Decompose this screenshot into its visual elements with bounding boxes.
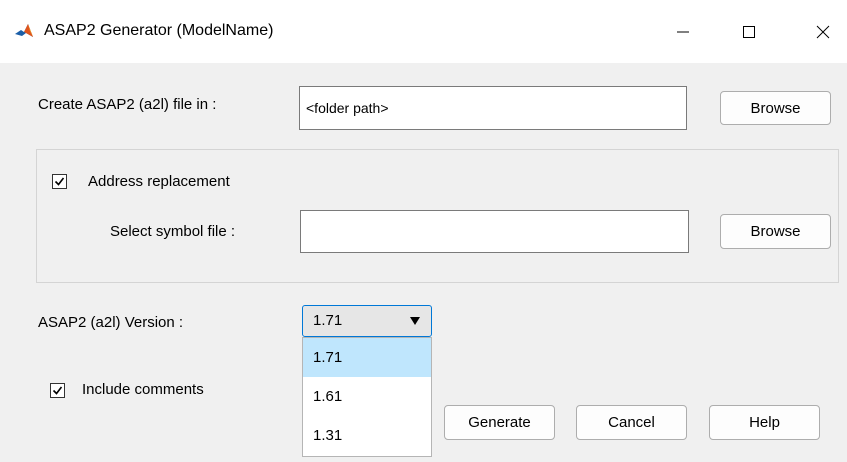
window-title: ASAP2 Generator (ModelName) — [44, 22, 274, 39]
version-option[interactable]: 1.71 — [303, 338, 431, 377]
symbol-file-label: Select symbol file : — [110, 223, 236, 240]
output-folder-value: <folder path> — [306, 100, 389, 116]
minimize-icon — [677, 31, 689, 33]
title-bar: ASAP2 Generator (ModelName) — [0, 0, 847, 63]
help-button[interactable]: Help — [709, 405, 820, 440]
minimize-button[interactable] — [660, 12, 706, 52]
address-replacement-checkbox[interactable] — [52, 174, 67, 189]
close-button[interactable] — [800, 12, 846, 52]
maximize-icon — [743, 26, 755, 38]
generate-button[interactable]: Generate — [444, 405, 555, 440]
symbol-file-input[interactable] — [300, 210, 689, 253]
version-option[interactable]: 1.61 — [303, 377, 431, 416]
output-folder-input[interactable]: <folder path> — [299, 86, 687, 130]
matlab-icon — [14, 22, 34, 42]
output-folder-label: Create ASAP2 (a2l) file in : — [38, 96, 217, 113]
version-selected-value: 1.71 — [313, 312, 343, 329]
version-dropdown-list: 1.71 1.61 1.31 — [302, 337, 432, 457]
include-comments-label: Include comments — [82, 381, 204, 398]
browse-symbol-button[interactable]: Browse — [720, 214, 831, 249]
version-option[interactable]: 1.31 — [303, 416, 431, 455]
version-select[interactable]: 1.71 — [302, 305, 432, 337]
checkmark-icon — [52, 386, 63, 395]
include-comments-checkbox[interactable] — [50, 383, 65, 398]
version-label: ASAP2 (a2l) Version : — [38, 314, 184, 331]
maximize-button[interactable] — [726, 12, 772, 52]
browse-folder-button[interactable]: Browse — [720, 91, 831, 125]
address-replacement-label: Address replacement — [88, 173, 230, 190]
dropdown-arrow-icon — [409, 314, 421, 331]
cancel-button[interactable]: Cancel — [576, 405, 687, 440]
close-icon — [816, 25, 830, 39]
checkmark-icon — [54, 177, 65, 186]
